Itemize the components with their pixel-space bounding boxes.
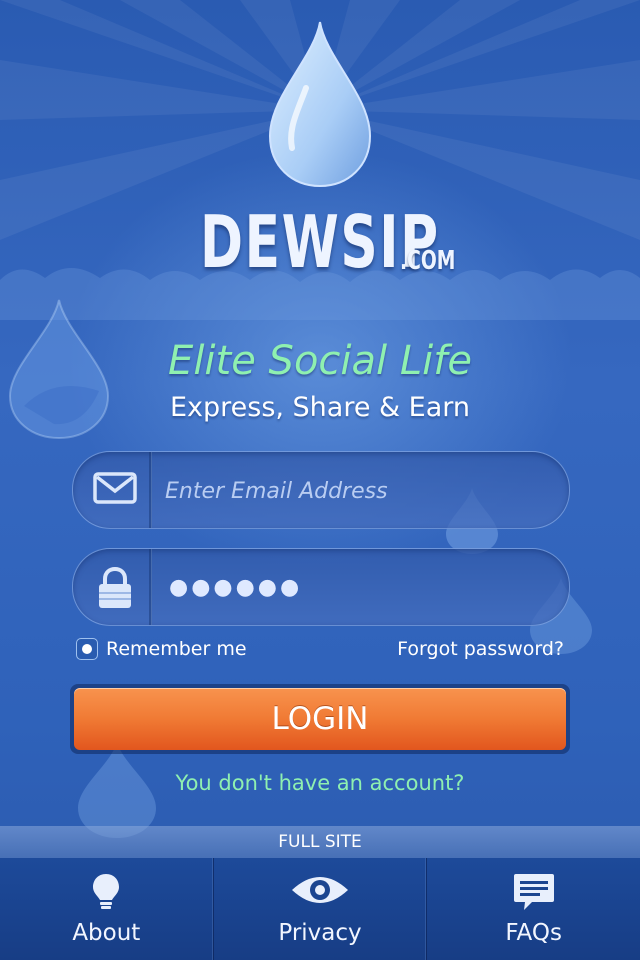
water-drop-logo-icon: [268, 21, 372, 188]
remember-checkbox[interactable]: [76, 638, 98, 660]
chat-bubble-icon: [512, 872, 556, 918]
tab-faqs-label: FAQs: [505, 920, 562, 946]
full-site-link[interactable]: FULL SITE: [0, 826, 640, 858]
tagline: Elite Social Life: [168, 338, 472, 384]
envelope-icon: [93, 470, 137, 510]
forgot-password-link[interactable]: Forgot password?: [397, 638, 564, 660]
login-button-frame: LOGIN: [70, 684, 570, 754]
tab-faqs[interactable]: FAQs: [427, 858, 640, 960]
tab-about-label: About: [72, 920, 141, 946]
remember-label: Remember me: [106, 638, 247, 660]
field-divider: [149, 549, 152, 625]
tab-privacy-label: Privacy: [278, 920, 362, 946]
tab-privacy[interactable]: Privacy: [214, 858, 428, 960]
login-button[interactable]: LOGIN: [74, 688, 566, 750]
password-field[interactable]: ●●●●●●: [72, 548, 570, 626]
brand-logo: DEWSIP .COM: [0, 200, 640, 284]
email-field[interactable]: [72, 451, 570, 529]
subtagline: Express, Share & Earn: [169, 392, 471, 423]
email-input[interactable]: [165, 476, 545, 506]
tab-bar: About Privacy FAQs: [0, 858, 640, 960]
brand-tld: .COM: [400, 246, 456, 276]
eye-icon: [290, 872, 350, 912]
lock-icon: [93, 566, 137, 613]
lightbulb-icon: [91, 872, 121, 916]
tab-about[interactable]: About: [0, 858, 214, 960]
field-divider: [149, 452, 152, 528]
remember-me[interactable]: Remember me: [76, 636, 247, 662]
password-input[interactable]: ●●●●●●: [169, 575, 302, 600]
signup-link[interactable]: You don't have an account?: [0, 771, 640, 795]
